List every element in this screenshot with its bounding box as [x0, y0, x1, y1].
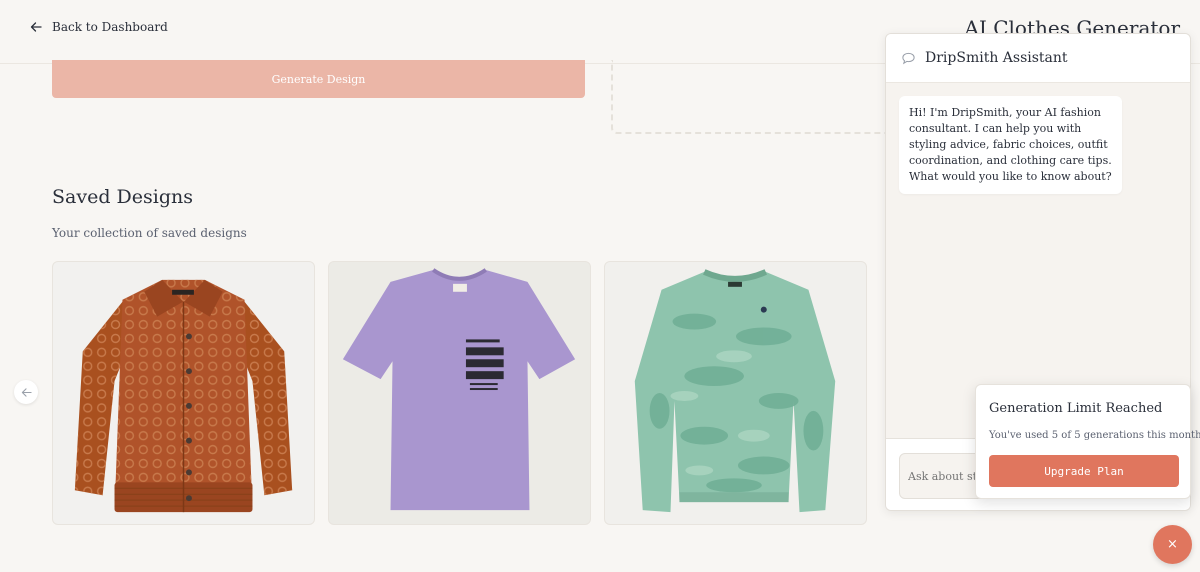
back-to-dashboard-link[interactable]: Back to Dashboard	[30, 20, 168, 34]
saved-design-card[interactable]	[52, 261, 315, 525]
chat-bubble-icon	[902, 52, 915, 64]
arrow-left-icon	[21, 387, 32, 397]
chat-header: DripSmith Assistant	[886, 34, 1190, 83]
limit-title: Generation Limit Reached	[989, 401, 1163, 416]
generate-design-button[interactable]: Generate Design	[52, 60, 585, 98]
saved-design-card[interactable]	[328, 261, 591, 525]
limit-message: You've used 5 of 5 generations this mont…	[989, 430, 1200, 441]
assistant-message: Hi! I'm DripSmith, your AI fashion consu…	[899, 96, 1122, 194]
back-link-label: Back to Dashboard	[52, 20, 168, 34]
upgrade-plan-button[interactable]: Upgrade Plan	[989, 455, 1179, 487]
saved-design-card[interactable]	[604, 261, 867, 525]
arrow-left-icon	[30, 22, 42, 32]
chat-title: DripSmith Assistant	[925, 50, 1068, 66]
mint-camo-sweater-image	[634, 269, 836, 513]
saved-designs-subtitle: Your collection of saved designs	[52, 226, 247, 240]
lavender-tshirt-image	[342, 268, 576, 511]
carousel-prev-button[interactable]	[14, 380, 38, 404]
design-preview-area	[611, 60, 901, 134]
close-chat-button[interactable]: ×	[1153, 525, 1192, 564]
rust-jacket-image	[74, 279, 293, 513]
close-icon: ×	[1167, 537, 1178, 552]
generation-limit-popup: Generation Limit Reached You've used 5 o…	[975, 384, 1200, 499]
saved-designs-title: Saved Designs	[52, 186, 193, 208]
